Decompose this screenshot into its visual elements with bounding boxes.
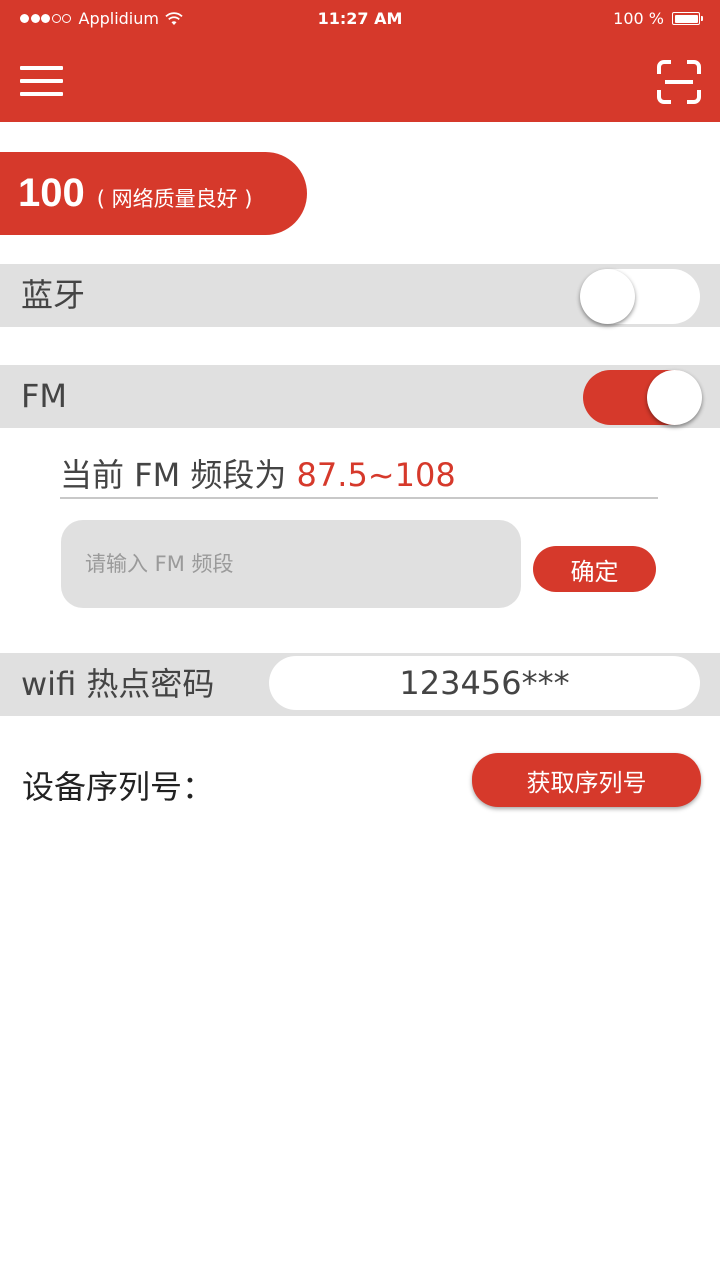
network-quality-badge: 100 ( 网络质量良好 ): [0, 152, 307, 235]
status-time: 11:27 AM: [317, 9, 403, 28]
fm-current-prefix: 当前 FM 频段为: [60, 456, 297, 494]
bluetooth-label: 蓝牙: [21, 276, 86, 314]
wifi-password-field[interactable]: [269, 656, 700, 710]
fm-current-band: 当前 FM 频段为 87.5~108: [60, 450, 456, 496]
fm-toggle[interactable]: [583, 370, 702, 425]
wifi-password-label: wifi 热点密码: [21, 665, 215, 703]
hamburger-menu-icon[interactable]: [20, 66, 63, 96]
fm-row: FM: [0, 365, 720, 428]
scan-icon[interactable]: [656, 59, 702, 105]
fm-current-range: 87.5~108: [296, 456, 456, 494]
battery-icon: [672, 12, 703, 25]
status-bar: Applidium 11:27 AM 100 %: [0, 0, 720, 36]
fm-band-input[interactable]: [61, 520, 521, 608]
battery-percent: 100 %: [613, 9, 664, 28]
confirm-button[interactable]: 确定: [533, 546, 656, 592]
serial-number-label: 设备序列号：: [22, 768, 215, 806]
status-right: 100 %: [613, 9, 703, 28]
fm-label: FM: [21, 377, 68, 415]
get-serial-button[interactable]: 获取序列号: [472, 753, 701, 807]
toggle-knob: [647, 370, 702, 425]
quality-score: 100: [18, 171, 85, 215]
bluetooth-row: 蓝牙: [0, 264, 720, 327]
bluetooth-toggle[interactable]: [580, 269, 700, 324]
app-header: Applidium 11:27 AM 100 %: [0, 0, 720, 122]
divider: [60, 497, 658, 499]
toggle-knob: [580, 269, 635, 324]
quality-description: ( 网络质量良好 ): [96, 186, 253, 211]
